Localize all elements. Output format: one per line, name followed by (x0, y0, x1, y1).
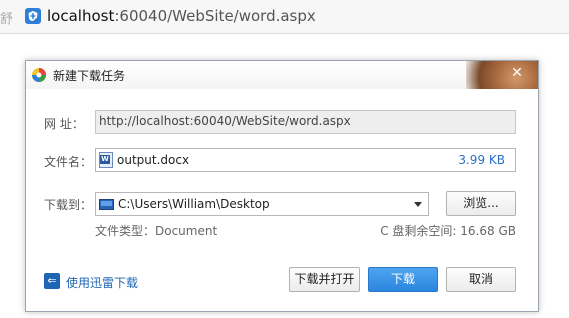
dialog-titlebar[interactable]: 新建下载任务 ✕ (26, 61, 538, 89)
download-button[interactable]: 下载 (368, 267, 438, 292)
filename-field[interactable]: W output.docx 3.99 KB (95, 148, 516, 172)
file-type: 文件类型：Document (95, 224, 218, 238)
word-document-icon: W (99, 152, 113, 168)
url-label: 网 址： (44, 117, 84, 131)
browser-address-bar[interactable]: 舒 localhost:60040/WebSite/word.aspx (0, 0, 569, 34)
dialog-title: 新建下载任务 (53, 69, 126, 83)
download-and-open-button[interactable]: 下载并打开 (289, 267, 360, 292)
address-path: :60040/WebSite/word.aspx (114, 7, 316, 25)
browse-button[interactable]: 浏览... (446, 191, 516, 216)
address-url[interactable]: localhost:60040/WebSite/word.aspx (47, 7, 316, 25)
browser-logo-icon (32, 68, 46, 82)
desktop-folder-icon (99, 199, 114, 210)
save-path-select[interactable]: C:\Users\William\Desktop (95, 192, 429, 216)
save-path-value: C:\Users\William\Desktop (118, 197, 270, 211)
close-icon[interactable]: ✕ (510, 66, 524, 80)
xunlei-label: 使用迅雷下载 (66, 276, 139, 290)
free-space: C 盘剩余空间: 16.68 GB (380, 224, 516, 238)
chevron-down-icon[interactable] (414, 202, 422, 207)
filename-label: 文件名： (44, 155, 93, 169)
shield-icon (25, 8, 41, 24)
address-host: localhost (47, 7, 115, 25)
xunlei-icon: ⇐ (44, 273, 60, 289)
cancel-button[interactable]: 取消 (446, 267, 516, 292)
filename-value: output.docx (117, 153, 190, 167)
left-tab-fragment: 舒 (0, 12, 12, 26)
file-size: 3.99 KB (458, 153, 505, 167)
downloadto-label: 下载到： (44, 198, 93, 212)
new-download-dialog: 新建下载任务 ✕ 网 址： http://localhost:60040/Web… (25, 60, 539, 312)
word-icon-letter: W (100, 155, 110, 164)
url-field[interactable]: http://localhost:60040/WebSite/word.aspx (95, 110, 516, 134)
title-decoration-image (466, 61, 538, 89)
